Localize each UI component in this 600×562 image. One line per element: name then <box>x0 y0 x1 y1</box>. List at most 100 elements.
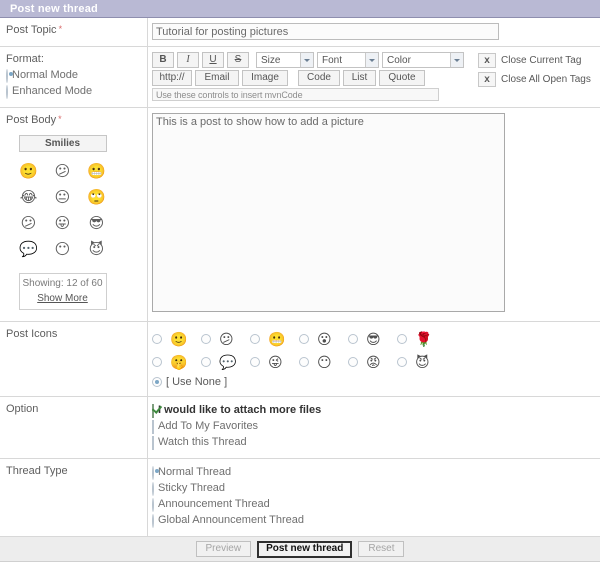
post-icon-devil-icon: 😈 <box>415 355 430 369</box>
thread-type-normal[interactable]: Normal Thread <box>152 465 594 481</box>
post-icon-radio[interactable] <box>201 357 211 367</box>
post-icon-radio[interactable] <box>299 334 309 344</box>
code-button[interactable]: Code <box>298 70 340 86</box>
post-icon-radio[interactable] <box>250 357 260 367</box>
post-icon-radio[interactable] <box>397 357 407 367</box>
option-add-to-favorites[interactable]: Add To My Favorites <box>152 419 594 435</box>
post-icon-radio[interactable] <box>348 357 358 367</box>
watch-thread-checkbox[interactable] <box>152 436 154 450</box>
post-icon-option[interactable]: 😶 <box>299 352 348 371</box>
close-current-tag-button[interactable]: x Close Current Tag <box>478 53 591 68</box>
post-icon-use-none-option[interactable]: [ Use None ] <box>152 376 594 388</box>
smilies-panel: Smilies 🙂 😕 😬 😂 😐 🙄 😕 😛 😎 💬 <box>0 134 125 310</box>
toolbar-row-2: http:// Email Image Code List Quote <box>152 70 464 86</box>
attach-more-files-checkbox[interactable] <box>152 404 154 418</box>
smilie-item[interactable]: 😕 <box>49 161 77 181</box>
post-icon-option[interactable]: 😮 <box>299 329 348 348</box>
font-color-select[interactable]: Color <box>382 52 464 68</box>
smilie-item[interactable]: 😈 <box>83 239 111 259</box>
smilie-item[interactable]: 😬 <box>83 161 111 181</box>
underline-button[interactable]: U <box>202 52 224 68</box>
label-post-body: Post Body <box>6 114 56 126</box>
format-option-enhanced[interactable]: Enhanced Mode <box>6 84 147 100</box>
smilie-grimace-icon: 😬 <box>87 164 106 179</box>
option-watch-thread[interactable]: Watch this Thread <box>152 435 594 451</box>
post-icon-option[interactable]: 😎 <box>348 329 397 348</box>
reset-button[interactable]: Reset <box>358 541 404 557</box>
email-button[interactable]: Email <box>195 70 239 86</box>
smilie-item[interactable]: 😎 <box>83 213 111 233</box>
post-icon-radio[interactable] <box>348 334 358 344</box>
required-marker: * <box>58 114 62 124</box>
thread-type-sticky-radio[interactable] <box>152 482 154 496</box>
post-icon-option[interactable]: 🤫 <box>152 352 201 371</box>
option-attach-more-files[interactable]: I would like to attach more files <box>152 403 594 419</box>
show-more-link[interactable]: Show More <box>20 293 106 304</box>
post-body-textarea[interactable] <box>152 113 505 312</box>
post-icon-option[interactable]: 🙂 <box>152 329 201 348</box>
smilie-item[interactable]: 😂 <box>15 187 43 207</box>
post-icon-radio[interactable] <box>201 334 211 344</box>
chevron-down-icon <box>300 53 313 67</box>
smilie-item[interactable]: 😶 <box>49 239 77 259</box>
post-icon-option[interactable]: 😬 <box>250 329 299 348</box>
thread-type-announcement[interactable]: Announcement Thread <box>152 497 594 513</box>
post-icon-shh-icon: 🤫 <box>170 355 187 369</box>
font-family-select[interactable]: Font <box>317 52 379 68</box>
close-icon[interactable]: x <box>478 53 496 68</box>
post-icon-grimace-icon: 😬 <box>268 332 285 346</box>
post-icon-option[interactable]: 💬 <box>201 352 250 371</box>
format-option-normal[interactable]: Normal Mode <box>6 68 147 84</box>
post-icon-option[interactable]: 😡 <box>348 352 397 371</box>
post-topic-input[interactable] <box>152 23 499 40</box>
link-button[interactable]: http:// <box>152 70 192 86</box>
smilie-item[interactable]: 🙂 <box>15 161 43 181</box>
list-button[interactable]: List <box>343 70 376 86</box>
smilie-tongue-icon: 😛 <box>55 216 71 231</box>
post-icon-option[interactable]: 😈 <box>397 352 446 371</box>
preview-button[interactable]: Preview <box>196 541 252 557</box>
thread-type-global-announcement[interactable]: Global Announcement Thread <box>152 513 594 529</box>
post-icon-radio[interactable] <box>152 334 162 344</box>
chevron-down-icon <box>365 53 378 67</box>
field-post-topic-cell <box>148 18 600 47</box>
smilie-item[interactable]: 🙄 <box>83 187 111 207</box>
thread-type-announcement-radio[interactable] <box>152 498 154 512</box>
post-new-thread-button[interactable]: Post new thread <box>257 541 352 558</box>
font-color-select-value: Color <box>387 55 411 66</box>
post-icon-radio[interactable] <box>152 357 162 367</box>
smilie-neutral-icon: 😐 <box>55 190 71 205</box>
post-icon-radio[interactable] <box>397 334 407 344</box>
strikethrough-button[interactable]: S <box>227 52 249 68</box>
smilie-item[interactable]: 💬 <box>15 239 43 259</box>
close-all-open-tags-button[interactable]: x Close All Open Tags <box>478 72 591 87</box>
smilie-item[interactable]: 😛 <box>49 213 77 233</box>
add-to-favorites-checkbox[interactable] <box>152 420 154 434</box>
post-icon-rose-icon: 🌹 <box>415 332 432 346</box>
post-icon-option[interactable]: 🌹 <box>397 329 446 348</box>
thread-type-global-announcement-radio[interactable] <box>152 514 154 528</box>
format-normal-radio[interactable] <box>6 69 8 83</box>
thread-type-sticky[interactable]: Sticky Thread <box>152 481 594 497</box>
bold-button[interactable]: B <box>152 52 174 68</box>
close-icon[interactable]: x <box>478 72 496 87</box>
format-enhanced-radio[interactable] <box>6 85 8 99</box>
image-button[interactable]: Image <box>242 70 288 86</box>
smilie-cool-icon: 😎 <box>89 216 105 231</box>
smilie-item[interactable]: 😐 <box>49 187 77 207</box>
italic-button[interactable]: I <box>177 52 199 68</box>
font-size-select[interactable]: Size <box>256 52 314 68</box>
smilie-item[interactable]: 😕 <box>15 213 43 233</box>
post-icon-silent-icon: 😶 <box>317 355 332 369</box>
required-marker: * <box>59 24 63 34</box>
post-icon-radio[interactable] <box>299 357 309 367</box>
post-icon-radio[interactable] <box>250 334 260 344</box>
thread-type-normal-radio[interactable] <box>152 466 154 480</box>
row-option: Option I would like to attach more files… <box>0 397 600 459</box>
quote-button[interactable]: Quote <box>379 70 425 86</box>
post-icon-option[interactable]: 😕 <box>201 329 250 348</box>
use-none-radio[interactable] <box>152 377 162 387</box>
row-post-topic: Post Topic* <box>0 18 600 47</box>
post-icon-option[interactable]: 😜 <box>250 352 299 371</box>
row-post-body: Post Body* Smilies 🙂 😕 😬 😂 😐 🙄 😕 😛 <box>0 108 600 322</box>
